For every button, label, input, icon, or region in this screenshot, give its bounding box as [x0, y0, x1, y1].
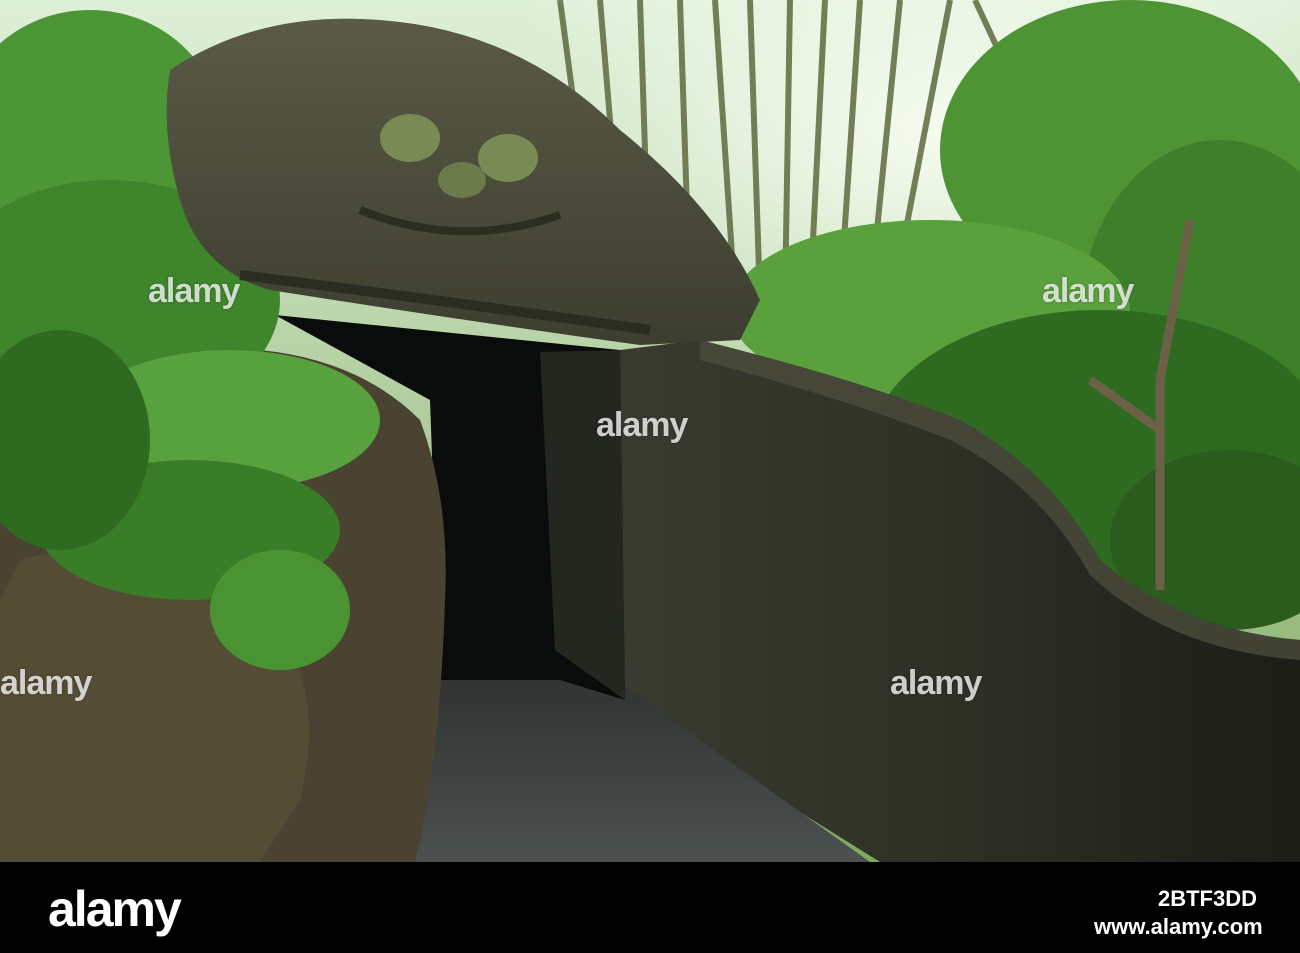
- watermark: alamy: [148, 272, 240, 310]
- brand-logo: alamy: [48, 881, 182, 937]
- watermark: alamy: [1042, 272, 1134, 310]
- watermark-footer-bar: alamy 2BTF3DD www.alamy.com: [0, 862, 1300, 953]
- watermark: alamy: [596, 406, 688, 444]
- watermark: alamy: [890, 664, 982, 702]
- stock-photo-viewer: alamy alamy alamy alamy alamy alamy 2BTF…: [0, 0, 1300, 953]
- carved-eye-left: [380, 114, 440, 162]
- watermark: alamy: [0, 664, 92, 702]
- temple-tunnel-photo: alamy alamy alamy alamy alamy: [0, 0, 1300, 862]
- carved-eye-right: [478, 134, 538, 182]
- site-url: www.alamy.com: [1094, 914, 1263, 939]
- image-id: 2BTF3DD: [1158, 886, 1258, 911]
- carved-nose: [438, 162, 486, 198]
